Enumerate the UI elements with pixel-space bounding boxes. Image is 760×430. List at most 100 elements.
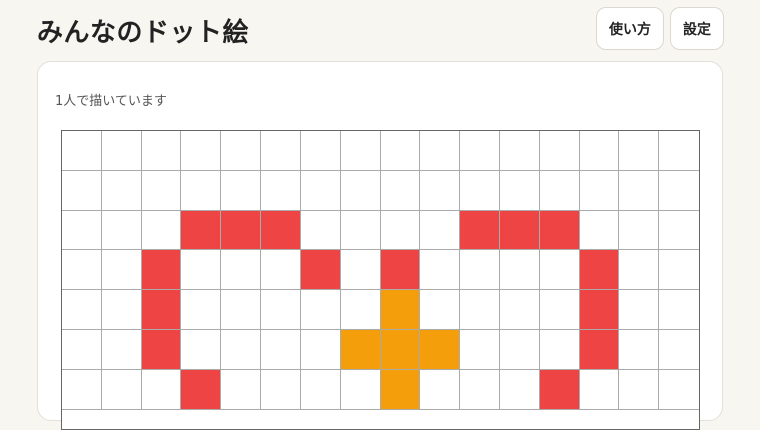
pixel-cell[interactable]	[101, 250, 142, 291]
pixel-cell[interactable]	[62, 290, 102, 330]
pixel-cell[interactable]	[300, 369, 341, 410]
pixel-cell[interactable]	[539, 210, 580, 251]
pixel-cell[interactable]	[261, 210, 301, 251]
pixel-cell[interactable]	[499, 131, 540, 171]
pixel-cell[interactable]	[619, 250, 660, 291]
pixel-cell[interactable]	[221, 131, 262, 171]
pixel-cell[interactable]	[101, 329, 142, 370]
pixel-cell[interactable]	[499, 170, 540, 211]
pixel-cell[interactable]	[579, 131, 620, 171]
pixel-cell[interactable]	[380, 170, 421, 211]
pixel-cell[interactable]	[420, 170, 461, 211]
pixel-cell[interactable]	[380, 369, 421, 410]
pixel-cell[interactable]	[300, 329, 341, 370]
pixel-cell[interactable]	[221, 329, 262, 370]
pixel-cell[interactable]	[619, 369, 660, 410]
pixel-cell[interactable]	[659, 329, 699, 370]
pixel-cell[interactable]	[221, 210, 262, 251]
pixel-cell[interactable]	[141, 290, 182, 330]
pixel-cell[interactable]	[261, 131, 301, 171]
pixel-cell[interactable]	[261, 290, 301, 330]
pixel-cell[interactable]	[300, 170, 341, 211]
pixel-cell[interactable]	[659, 131, 699, 171]
pixel-cell[interactable]	[62, 131, 102, 171]
pixel-cell[interactable]	[420, 290, 461, 330]
pixel-cell[interactable]	[579, 170, 620, 211]
pixel-cell[interactable]	[380, 290, 421, 330]
pixel-cell[interactable]	[659, 250, 699, 291]
pixel-cell[interactable]	[659, 290, 699, 330]
pixel-cell[interactable]	[221, 170, 262, 211]
pixel-cell[interactable]	[619, 290, 660, 330]
pixel-cell[interactable]	[340, 250, 381, 291]
pixel-cell[interactable]	[141, 329, 182, 370]
pixel-cell[interactable]	[181, 290, 222, 330]
pixel-cell[interactable]	[62, 170, 102, 211]
pixel-cell[interactable]	[460, 250, 500, 291]
pixel-cell[interactable]	[101, 369, 142, 410]
pixel-cell[interactable]	[340, 290, 381, 330]
pixel-cell[interactable]	[181, 210, 222, 251]
pixel-cell[interactable]	[420, 250, 461, 291]
pixel-cell[interactable]	[539, 170, 580, 211]
pixel-cell[interactable]	[101, 170, 142, 211]
pixel-cell[interactable]	[420, 131, 461, 171]
pixel-cell[interactable]	[141, 170, 182, 211]
pixel-cell[interactable]	[460, 369, 500, 410]
pixel-cell[interactable]	[659, 369, 699, 410]
pixel-cell[interactable]	[221, 369, 262, 410]
help-button[interactable]: 使い方	[596, 7, 664, 50]
pixel-cell[interactable]	[101, 290, 142, 330]
pixel-cell[interactable]	[62, 329, 102, 370]
pixel-cell[interactable]	[261, 170, 301, 211]
pixel-cell[interactable]	[499, 210, 540, 251]
pixel-cell[interactable]	[261, 250, 301, 291]
pixel-cell[interactable]	[340, 210, 381, 251]
pixel-cell[interactable]	[141, 210, 182, 251]
pixel-cell[interactable]	[619, 210, 660, 251]
pixel-cell[interactable]	[62, 250, 102, 291]
pixel-cell[interactable]	[261, 329, 301, 370]
pixel-cell[interactable]	[539, 250, 580, 291]
pixel-cell[interactable]	[340, 170, 381, 211]
pixel-cell[interactable]	[300, 131, 341, 171]
pixel-cell[interactable]	[499, 290, 540, 330]
pixel-cell[interactable]	[420, 369, 461, 410]
pixel-cell[interactable]	[460, 210, 500, 251]
pixel-cell[interactable]	[380, 250, 421, 291]
pixel-cell[interactable]	[101, 210, 142, 251]
pixel-grid[interactable]	[61, 130, 700, 430]
pixel-cell[interactable]	[300, 210, 341, 251]
pixel-cell[interactable]	[62, 369, 102, 410]
pixel-cell[interactable]	[460, 290, 500, 330]
pixel-cell[interactable]	[380, 210, 421, 251]
pixel-cell[interactable]	[181, 170, 222, 211]
pixel-cell[interactable]	[460, 170, 500, 211]
pixel-cell[interactable]	[539, 290, 580, 330]
pixel-cell[interactable]	[141, 369, 182, 410]
pixel-cell[interactable]	[181, 369, 222, 410]
pixel-cell[interactable]	[141, 250, 182, 291]
pixel-cell[interactable]	[539, 131, 580, 171]
pixel-cell[interactable]	[579, 210, 620, 251]
pixel-cell[interactable]	[340, 369, 381, 410]
pixel-cell[interactable]	[460, 329, 500, 370]
pixel-cell[interactable]	[619, 329, 660, 370]
pixel-cell[interactable]	[619, 131, 660, 171]
pixel-cell[interactable]	[579, 290, 620, 330]
settings-button[interactable]: 設定	[670, 7, 724, 50]
pixel-cell[interactable]	[659, 210, 699, 251]
pixel-cell[interactable]	[62, 210, 102, 251]
pixel-cell[interactable]	[221, 290, 262, 330]
pixel-cell[interactable]	[181, 131, 222, 171]
pixel-cell[interactable]	[659, 170, 699, 211]
pixel-cell[interactable]	[300, 250, 341, 291]
pixel-cell[interactable]	[181, 250, 222, 291]
pixel-cell[interactable]	[420, 329, 461, 370]
pixel-cell[interactable]	[261, 369, 301, 410]
pixel-cell[interactable]	[340, 131, 381, 171]
pixel-cell[interactable]	[380, 329, 421, 370]
pixel-cell[interactable]	[380, 131, 421, 171]
pixel-cell[interactable]	[460, 131, 500, 171]
pixel-cell[interactable]	[499, 369, 540, 410]
